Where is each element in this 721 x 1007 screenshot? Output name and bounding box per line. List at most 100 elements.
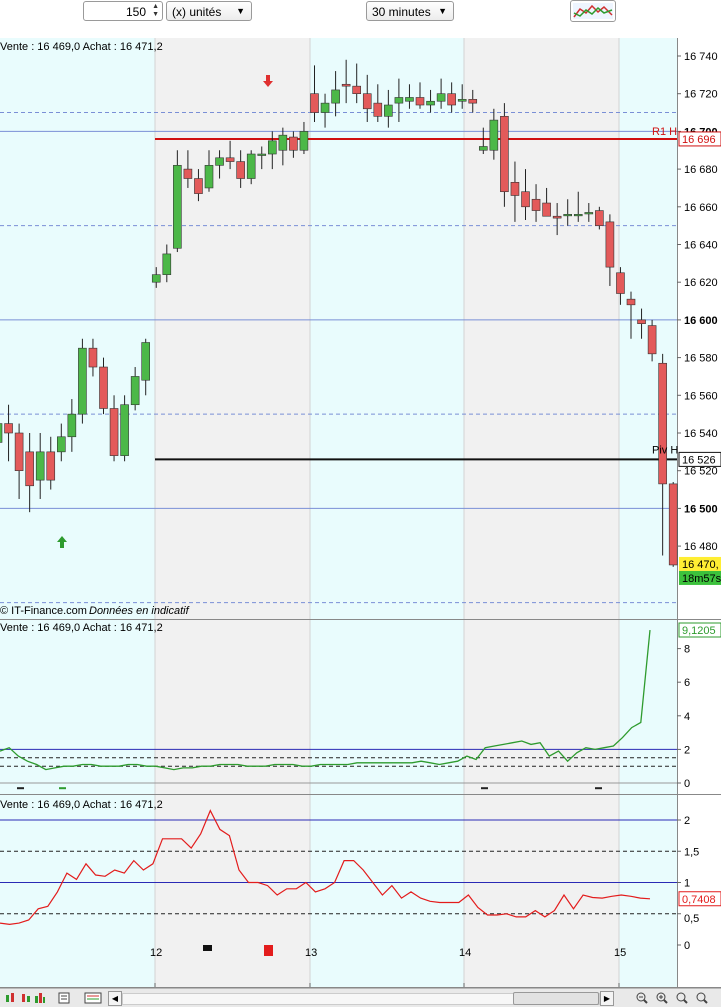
y-tick-label: 16 620 <box>684 277 718 289</box>
candle <box>267 140 277 155</box>
y-tick-label: 4 <box>684 711 690 723</box>
x-tick-label: 14 <box>459 947 471 959</box>
candle <box>668 483 678 566</box>
candle <box>141 342 150 381</box>
candle <box>510 181 520 196</box>
candle <box>573 214 583 217</box>
unit-select-label: (x) unités <box>172 5 222 19</box>
candle <box>341 83 351 87</box>
y-tick-label: 16 600 <box>684 315 718 327</box>
y-tick-label: 16 740 <box>684 51 718 63</box>
signal-marker <box>203 945 212 951</box>
candle <box>299 131 309 151</box>
candle <box>457 99 467 102</box>
chevron-down-icon: ▼ <box>438 6 447 16</box>
indicators-icon[interactable] <box>84 992 102 1004</box>
candle <box>130 376 140 406</box>
y-tick-label: 8 <box>684 644 690 656</box>
last-price-label: 16 470, <box>682 559 719 571</box>
candle <box>120 404 129 456</box>
candle <box>99 366 108 409</box>
candle <box>289 136 298 151</box>
candle <box>521 191 530 208</box>
candle <box>162 253 172 275</box>
candle <box>109 408 119 456</box>
candle <box>183 168 193 179</box>
scroll-left-button[interactable]: ◀ <box>108 991 122 1006</box>
signal-marker <box>481 787 488 790</box>
indicator-panel-2[interactable]: Vente : 16 469,0 Achat : 16 471,2 2 1,5 1 0,… <box>0 795 721 988</box>
candle <box>384 104 393 117</box>
y-axis-area <box>677 38 721 620</box>
candle <box>310 93 319 113</box>
signal-marker <box>17 787 24 790</box>
y-tick-label: 16 500 <box>684 503 718 515</box>
indicator1-value: 9,1205 <box>682 625 716 637</box>
candle <box>236 161 245 179</box>
candle <box>436 93 446 102</box>
x-tick-label: 13 <box>305 947 317 959</box>
candle-icon[interactable] <box>4 992 16 1004</box>
candle <box>0 423 3 443</box>
zoom-icon[interactable] <box>676 992 688 1004</box>
candle <box>173 165 182 249</box>
session-band <box>155 38 310 620</box>
candle <box>215 157 224 166</box>
candle <box>204 165 214 189</box>
session-band <box>310 620 464 795</box>
candle <box>67 413 77 438</box>
r1-level-label: R1 H <box>652 126 677 138</box>
x-tick-label: 12 <box>150 947 162 959</box>
candle <box>489 119 499 151</box>
pivot-level-label: Piv H <box>652 445 678 457</box>
y-tick-label: 0,5 <box>684 913 699 925</box>
timeframe-select[interactable]: 30 minutes ▼ <box>366 1 454 21</box>
session-band <box>155 795 310 988</box>
candle-icon[interactable] <box>20 992 32 1004</box>
y-tick-label: 16 640 <box>684 240 718 252</box>
scrollbar-thumb[interactable] <box>513 992 599 1005</box>
watermark-source: © IT-Finance.com <box>0 605 87 617</box>
candle <box>394 97 404 104</box>
candle <box>35 451 45 481</box>
candle <box>616 272 625 294</box>
countdown-label: 18m57s <box>682 573 721 585</box>
candle <box>478 146 488 151</box>
bar-chart-icon[interactable] <box>34 992 46 1004</box>
zoom-out-icon[interactable] <box>636 992 648 1004</box>
scroll-right-button[interactable]: ▶ <box>600 991 614 1006</box>
candle <box>151 274 161 283</box>
unit-select[interactable]: (x) unités ▼ <box>166 1 252 21</box>
chart-style-button[interactable] <box>570 0 616 22</box>
candle <box>88 347 98 368</box>
stepper-arrows-icon[interactable]: ▲ ▼ <box>152 3 159 19</box>
candle <box>563 214 573 217</box>
y-tick-label: 0 <box>684 778 690 790</box>
chevron-down-icon: ▼ <box>236 6 245 16</box>
price-chart[interactable]: Vente : 16 469,0 Achat : 16 471,2 © IT-Fi… <box>0 38 721 620</box>
candle <box>447 93 456 106</box>
candle <box>468 99 478 104</box>
indicator-panel-1[interactable]: Vente : 16 469,0 Achat : 16 471,2 8 6 4 2 0 9,… <box>0 620 721 795</box>
candle <box>552 215 562 219</box>
candle <box>46 451 56 481</box>
y-tick-label: 2 <box>684 815 690 827</box>
y-tick-label: 16 680 <box>684 164 718 176</box>
candle <box>658 362 667 485</box>
session-band <box>310 38 464 620</box>
y-tick-label: 16 560 <box>684 390 718 402</box>
y-tick-label: 2 <box>684 744 690 756</box>
toolbox-icon[interactable] <box>58 992 70 1004</box>
session-band <box>0 795 155 988</box>
candle <box>647 325 657 355</box>
watermark-note: Données en indicatif <box>89 605 190 617</box>
y-tick-label: 16 480 <box>684 541 718 553</box>
quantity-stepper[interactable]: 150 ▲ ▼ <box>83 1 163 21</box>
zoom-icon[interactable] <box>696 992 708 1004</box>
candle <box>415 97 425 106</box>
candle <box>426 100 435 106</box>
zoom-in-icon[interactable] <box>656 992 668 1004</box>
indicator2-header: Vente : 16 469,0 Achat : 16 471,2 <box>0 799 163 811</box>
signal-marker <box>264 945 273 956</box>
candle <box>320 102 330 113</box>
